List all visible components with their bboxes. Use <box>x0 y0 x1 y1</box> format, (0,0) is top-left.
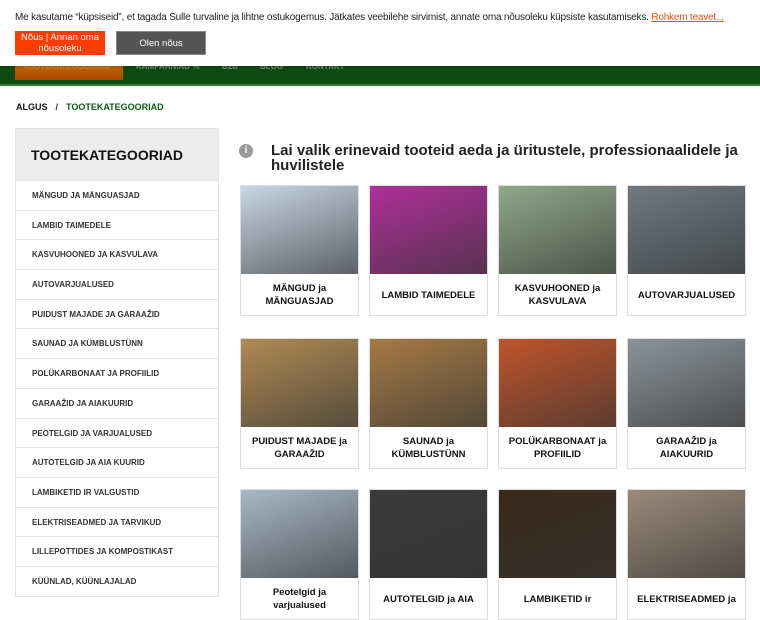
category-image[interactable] <box>241 186 358 274</box>
sidebar-item[interactable]: GARAAŽID JA AIAKUURID <box>16 387 218 418</box>
sidebar-item[interactable]: AUTOVARJUALUSED <box>16 269 218 299</box>
category-image[interactable] <box>628 186 745 274</box>
breadcrumb-current: TOOTEKATEGOORIAD <box>66 102 164 112</box>
sidebar-item[interactable]: MÄNGUD JA MÄNGUASJAD <box>16 180 218 210</box>
page-title: Lai valik erinevaid tooteid aeda ja ürit… <box>271 142 738 174</box>
category-label[interactable]: POLÜKARBONAAT ja PROFIILID <box>499 427 616 469</box>
category-label[interactable]: MÄNGUD ja MÄNGUASJAD <box>241 274 358 316</box>
more-info-link[interactable]: Rohkem teavet... <box>651 12 724 23</box>
category-image[interactable] <box>241 490 358 578</box>
sidebar-item[interactable]: POLÜKARBONAAT JA PROFIILID <box>16 358 218 388</box>
sidebar-item[interactable]: LAMBID TAIMEDELE <box>16 209 218 240</box>
category-card[interactable]: SAUNAD ja KÜMBLUSTÜNN <box>369 338 488 469</box>
category-image[interactable] <box>370 339 487 427</box>
category-card[interactable]: ELEKTRISEADMED ja <box>627 489 746 620</box>
agree-consent-button[interactable]: Nõus | Annan oma nõusoleku <box>15 31 105 55</box>
category-label[interactable]: KASVUHOONED ja KASVULAVA <box>499 274 616 316</box>
category-label[interactable]: Peotelgid ja varjualused <box>241 578 358 620</box>
sidebar-item[interactable]: PEOTELGID JA VARJUALUSED <box>16 417 218 448</box>
category-label[interactable]: PUIDUST MAJADE ja GARAAŽID <box>241 427 358 469</box>
category-image[interactable] <box>241 339 358 427</box>
cookie-message: Me kasutame “küpsiseid”, et tagada Sulle… <box>15 12 724 23</box>
category-card[interactable]: LAMBIKETID ir <box>498 489 617 620</box>
category-image[interactable] <box>628 490 745 578</box>
category-card[interactable]: MÄNGUD ja MÄNGUASJAD <box>240 185 359 316</box>
category-card[interactable]: Peotelgid ja varjualused <box>240 489 359 620</box>
category-card[interactable]: GARAAŽID ja AIAKUURID <box>627 338 746 469</box>
category-card[interactable]: KASVUHOONED ja KASVULAVA <box>498 185 617 316</box>
category-label[interactable]: AUTOVARJUALUSED <box>628 274 745 316</box>
sidebar-item[interactable]: KÜÜNLAD, KÜÜNLAJALAD <box>16 565 218 596</box>
category-image[interactable] <box>628 339 745 427</box>
category-image[interactable] <box>499 339 616 427</box>
category-label[interactable]: AUTOTELGID ja AIA <box>370 578 487 620</box>
category-image[interactable] <box>499 490 616 578</box>
category-card[interactable]: LAMBID TAIMEDELE <box>369 185 488 316</box>
category-label[interactable]: LAMBIKETID ir <box>499 578 616 620</box>
category-label[interactable]: LAMBID TAIMEDELE <box>370 274 487 316</box>
category-image[interactable] <box>370 490 487 578</box>
category-sidebar: TOOTEKATEGOORIAD MÄNGUD JA MÄNGUASJAD LAM… <box>15 128 219 597</box>
cookie-banner: Me kasutame “küpsiseid”, et tagada Sulle… <box>0 0 760 66</box>
sidebar-item[interactable]: AUTOTELGID JA AIA KUURID <box>16 447 218 477</box>
category-label[interactable]: ELEKTRISEADMED ja <box>628 578 745 620</box>
category-image[interactable] <box>370 186 487 274</box>
ok-consent-button[interactable]: Olen nõus <box>116 31 206 55</box>
sidebar-title: TOOTEKATEGOORIAD <box>16 129 218 180</box>
category-card[interactable]: AUTOVARJUALUSED <box>627 185 746 316</box>
sidebar-item[interactable]: ELEKTRISEADMED JA TARVIKUD <box>16 506 218 537</box>
sidebar-item[interactable]: SAUNAD JA KÜMBLUSTÜNN <box>16 328 218 359</box>
category-image[interactable] <box>499 186 616 274</box>
breadcrumb: ALGUS / TOOTEKATEGOORIAD <box>16 102 164 112</box>
sidebar-item[interactable]: KASVUHOONED JA KASVULAVA <box>16 239 218 270</box>
category-card[interactable]: AUTOTELGID ja AIA <box>369 489 488 620</box>
breadcrumb-home[interactable]: ALGUS <box>16 102 48 112</box>
info-icon: i <box>239 144 253 158</box>
breadcrumb-separator: / <box>55 102 59 112</box>
category-card[interactable]: PUIDUST MAJADE ja GARAAŽID <box>240 338 359 469</box>
category-card[interactable]: POLÜKARBONAAT ja PROFIILID <box>498 338 617 469</box>
sidebar-item[interactable]: LAMBIKETID IR VALGUSTID <box>16 476 218 507</box>
sidebar-item[interactable]: PUIDUST MAJADE JA GARAAŽID <box>16 298 218 329</box>
cookie-text: Me kasutame “küpsiseid”, et tagada Sulle… <box>15 12 649 23</box>
category-label[interactable]: GARAAŽID ja AIAKUURID <box>628 427 745 469</box>
sidebar-item[interactable]: LILLEPOTTIDES JA KOMPOSTIKAST <box>16 536 218 566</box>
category-label[interactable]: SAUNAD ja KÜMBLUSTÜNN <box>370 427 487 469</box>
